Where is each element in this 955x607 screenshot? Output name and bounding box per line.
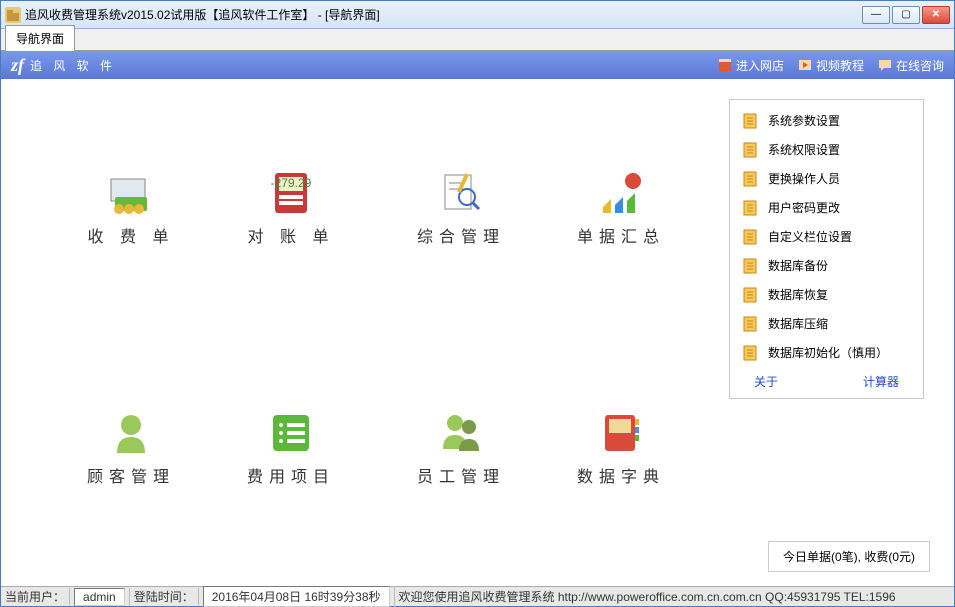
login-label: 登陆时间： [134, 590, 194, 604]
content-area: 收 费 单 -279.29 对 账 单 综合管理 单据汇总 顾客管理 费用项目 [1, 79, 954, 586]
side-label: 数据库初始化（慎用） [768, 344, 888, 361]
tab-row: 导航界面 [1, 29, 954, 51]
tab-navigation[interactable]: 导航界面 [5, 25, 75, 51]
nav-label: 数据字典 [561, 463, 681, 487]
side-label: 数据库恢复 [768, 286, 828, 303]
link-shop[interactable]: 进入网店 [718, 57, 784, 74]
address-book-icon [597, 409, 645, 457]
side-item-switch-user[interactable]: 更换操作人员 [736, 166, 917, 191]
window-title: 追风收费管理系统v2015.02试用版【追风软件工作室】 - [导航界面] [25, 6, 862, 23]
doc-icon [742, 142, 758, 158]
link-chat[interactable]: 在线咨询 [878, 57, 944, 74]
side-item-db-restore[interactable]: 数据库恢复 [736, 282, 917, 307]
user-label: 当前用户： [5, 590, 65, 604]
doc-icon [742, 258, 758, 274]
side-label: 系统参数设置 [768, 112, 840, 129]
nav-label: 费用项目 [231, 463, 351, 487]
nav-label: 员工管理 [401, 463, 521, 487]
nav-label: 综合管理 [401, 223, 521, 247]
link-label: 进入网店 [736, 57, 784, 74]
shop-icon [718, 58, 732, 72]
money-icon [107, 169, 155, 217]
calculator-link[interactable]: 计算器 [863, 373, 899, 390]
nav-fee-item[interactable]: 费用项目 [231, 409, 351, 487]
doc-icon [742, 229, 758, 245]
svg-text:-279.29: -279.29 [271, 176, 312, 190]
side-item-change-pwd[interactable]: 用户密码更改 [736, 195, 917, 220]
welcome-text: 欢迎您使用追风收费管理系统 http://www.poweroffice.com… [395, 588, 955, 605]
side-item-db-compress[interactable]: 数据库压缩 [736, 311, 917, 336]
side-item-columns[interactable]: 自定义栏位设置 [736, 224, 917, 249]
link-video[interactable]: 视频教程 [798, 57, 864, 74]
maximize-button[interactable]: ▢ [892, 6, 920, 24]
today-summary: 今日单据(0笔), 收费(0元) [768, 541, 930, 572]
top-band: zf 追 风 软 件 进入网店 视频教程 在线咨询 [1, 51, 954, 79]
side-item-db-init[interactable]: 数据库初始化（慎用） [736, 340, 917, 365]
side-panel: 系统参数设置 系统权限设置 更换操作人员 用户密码更改 自定义栏位设置 数据库备… [729, 99, 924, 399]
person-icon [107, 409, 155, 457]
link-label: 在线咨询 [896, 57, 944, 74]
side-label: 数据库备份 [768, 257, 828, 274]
side-item-perms[interactable]: 系统权限设置 [736, 137, 917, 162]
list-icon [267, 409, 315, 457]
titlebar: 追风收费管理系统v2015.02试用版【追风软件工作室】 - [导航界面] — … [1, 1, 954, 29]
side-label: 用户密码更改 [768, 199, 840, 216]
brand-name: 追 风 软 件 [30, 57, 116, 74]
doc-icon [742, 200, 758, 216]
user-value: admin [74, 588, 125, 606]
login-value: 2016年04月08日 16时39分38秒 [203, 586, 390, 607]
nav-label: 对 账 单 [231, 223, 351, 247]
chat-icon [878, 58, 892, 72]
doc-icon [742, 287, 758, 303]
app-icon [5, 7, 21, 23]
nav-reconcile[interactable]: -279.29 对 账 单 [231, 169, 351, 247]
nav-manage[interactable]: 综合管理 [401, 169, 521, 247]
nav-customer[interactable]: 顾客管理 [71, 409, 191, 487]
side-label: 系统权限设置 [768, 141, 840, 158]
people-icon [437, 409, 485, 457]
doc-icon [742, 316, 758, 332]
nav-label: 收 费 单 [71, 223, 191, 247]
side-item-db-backup[interactable]: 数据库备份 [736, 253, 917, 278]
doc-icon [742, 171, 758, 187]
nav-staff[interactable]: 员工管理 [401, 409, 521, 487]
logo-icon: zf [11, 55, 24, 76]
doc-icon [742, 345, 758, 361]
chart-3d-icon [597, 169, 645, 217]
side-label: 更换操作人员 [768, 170, 840, 187]
side-item-params[interactable]: 系统参数设置 [736, 108, 917, 133]
nav-label: 顾客管理 [71, 463, 191, 487]
document-search-icon [437, 169, 485, 217]
close-button[interactable]: ✕ [922, 6, 950, 24]
side-label: 数据库压缩 [768, 315, 828, 332]
nav-label: 单据汇总 [561, 223, 681, 247]
about-link[interactable]: 关于 [754, 373, 778, 390]
link-label: 视频教程 [816, 57, 864, 74]
doc-icon [742, 113, 758, 129]
side-label: 自定义栏位设置 [768, 228, 852, 245]
nav-summary[interactable]: 单据汇总 [561, 169, 681, 247]
nav-fee-bill[interactable]: 收 费 单 [71, 169, 191, 247]
nav-dict[interactable]: 数据字典 [561, 409, 681, 487]
video-icon [798, 58, 812, 72]
statusbar: 当前用户： admin 登陆时间： 2016年04月08日 16时39分38秒 … [1, 586, 954, 606]
calculator-icon: -279.29 [267, 169, 315, 217]
minimize-button[interactable]: — [862, 6, 890, 24]
